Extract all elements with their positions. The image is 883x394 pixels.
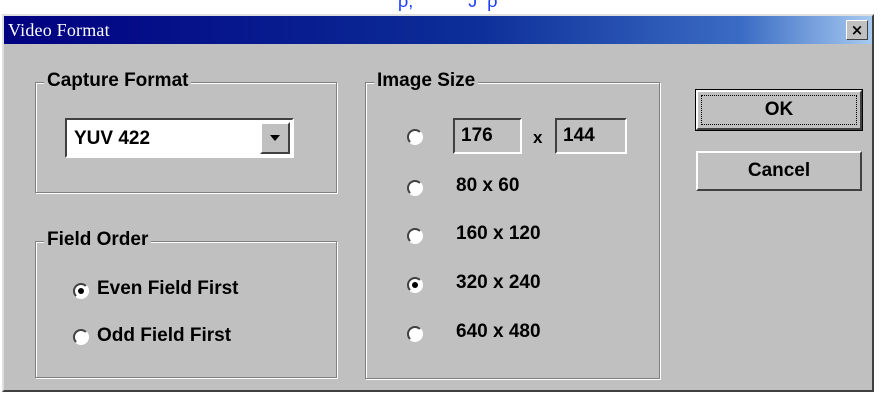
custom-height-field[interactable]: 144 [555,118,627,154]
even-field-first-label[interactable]: Even Field First [97,278,238,300]
background-partial-text: ρ, J ρ [398,0,498,11]
size-80x60-label[interactable]: 80 x 60 [456,175,519,197]
ok-button[interactable]: OK [695,89,863,131]
field-order-group: Field Order [35,229,337,378]
capture-format-value: YUV 422 [74,128,151,149]
title-bar[interactable]: Video Format × [4,16,872,44]
dialog-title: Video Format [8,19,110,40]
field-order-title: Field Order [44,229,152,251]
size-80x60-radio[interactable] [407,180,423,196]
custom-size-separator: x [533,128,543,147]
focus-rectangle [701,95,857,125]
chevron-down-icon [270,135,280,141]
size-160x120-label[interactable]: 160 x 120 [456,223,541,245]
close-button[interactable]: × [846,20,868,40]
size-320x240-label[interactable]: 320 x 240 [456,272,541,294]
capture-format-title: Capture Format [44,70,192,92]
size-640x480-label[interactable]: 640 x 480 [456,321,541,343]
video-format-dialog: Video Format × Capture Format YUV 422 Fi… [2,14,874,392]
size-160x120-radio[interactable] [407,228,423,244]
size-320x240-radio[interactable] [407,277,423,293]
odd-field-first-radio[interactable] [73,329,89,345]
image-size-title: Image Size [374,70,479,92]
even-field-first-radio[interactable] [73,283,89,299]
size-640x480-radio[interactable] [407,326,423,342]
capture-format-select[interactable]: YUV 422 [65,118,294,158]
background-page: ρ, J ρ [0,0,883,14]
custom-width-field[interactable]: 176 [453,118,522,154]
close-icon: × [850,20,864,39]
cancel-button[interactable]: Cancel [696,151,862,191]
cancel-label: Cancel [747,160,811,181]
odd-field-first-label[interactable]: Odd Field First [97,325,231,347]
dropdown-button[interactable] [260,122,290,154]
custom-size-radio[interactable] [407,129,423,145]
